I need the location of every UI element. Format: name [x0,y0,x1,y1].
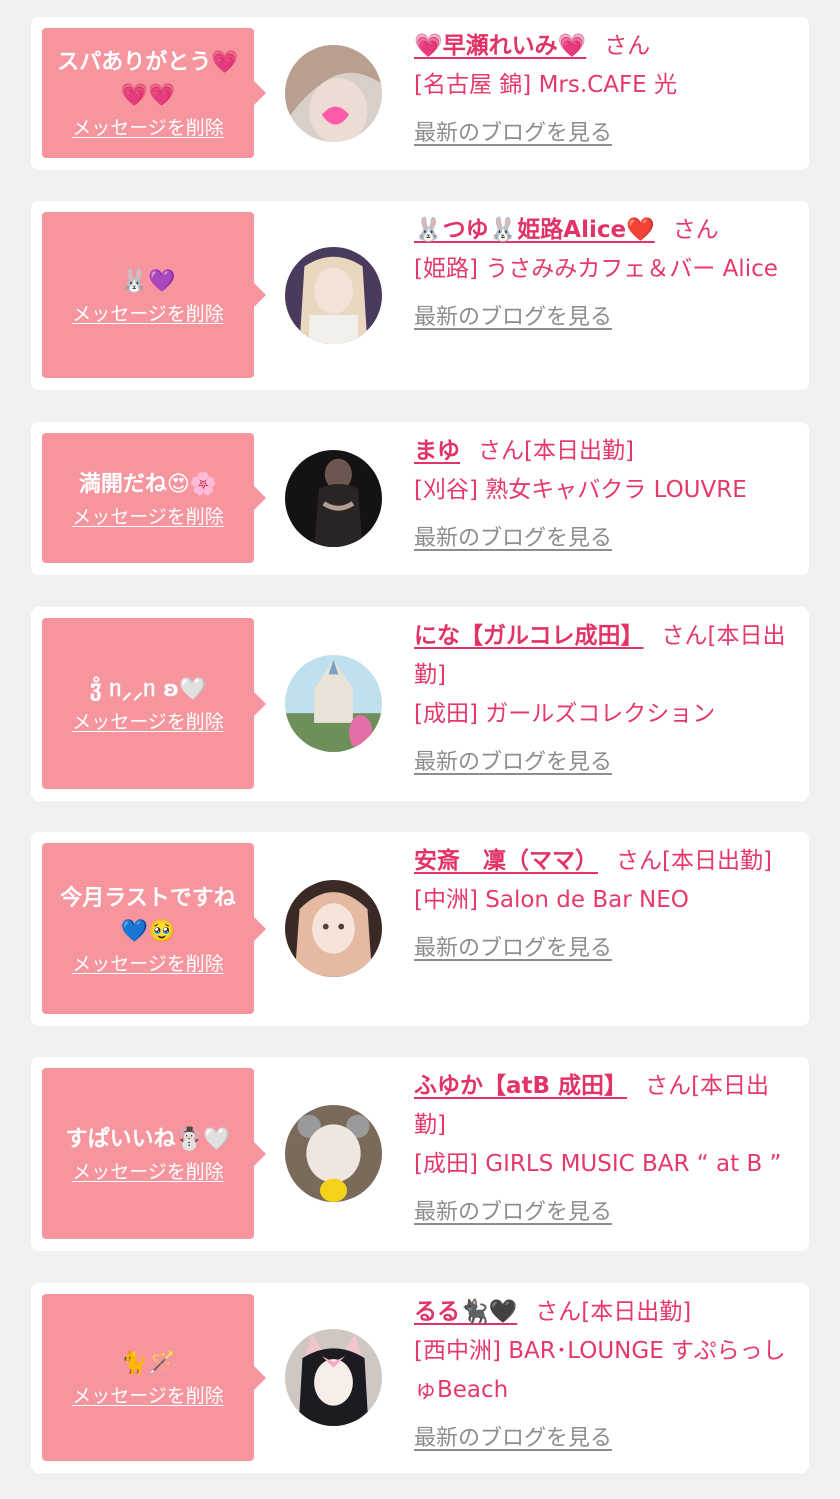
delete-message-link[interactable]: メッセージを削除 [72,1160,224,1184]
avatar-image [285,880,382,977]
shop-text: [西中洲] BAR･LOUNGE すぷらっしゅBeach [414,1338,786,1403]
message-card: スパありがとう💗💗💗 メッセージを削除 💗早瀬れいみ💗 さん [名古屋 錦] Mr… [31,17,809,170]
shop-text: [刈谷] 熟女キャバクラ LOUVRE [414,477,747,503]
cast-name-link[interactable]: 💗早瀬れいみ💗 [414,33,586,59]
message-bubble: 🐈🪄 メッセージを削除 [42,1294,266,1461]
cast-name-link[interactable]: るる🐈‍⬛🖤 [414,1299,517,1325]
avatar-image [285,45,382,142]
cast-info: 💗早瀬れいみ💗 さん [名古屋 錦] Mrs.CAFE 光 最新のブログを見る [414,27,798,153]
message-card: 満開だね😍🌸 メッセージを削除 まゆ さん[本日出勤] [刈谷] 熟女キャバクラ … [31,422,809,575]
latest-blog-link[interactable]: 最新のブログを見る [414,1193,612,1232]
cast-info: 安斎 凜（ママ） さん[本日出勤] [中洲] Salon de Bar NEO 最… [414,842,798,968]
message-card: ჳ̊ ᥒ⸝⸝ᥒ ʚ🤍 メッセージを削除 にな【ガルコレ成田】 さん[本日出勤] [… [31,607,809,801]
cast-info: るる🐈‍⬛🖤 さん[本日出勤] [西中洲] BAR･LOUNGE すぷらっしゅBe… [414,1293,798,1458]
cast-info: にな【ガルコレ成田】 さん[本日出勤] [成田] ガールズコレクション 最新のブロ… [414,617,798,782]
message-text: ჳ̊ ᥒ⸝⸝ᥒ ʚ🤍 [89,677,207,702]
message-text: 今月ラストですね💙🥹 [60,885,236,944]
cast-name-link[interactable]: まゆ [414,438,460,464]
latest-blog-link[interactable]: 最新のブログを見る [414,114,612,153]
message-bubble: ჳ̊ ᥒ⸝⸝ᥒ ʚ🤍 メッセージを削除 [42,618,266,789]
avatar-image [285,450,382,547]
cast-info: 🐰つゆ🐰姫路Alice❤️ さん [姫路] うさみみカフェ＆バー Alice 最新… [414,211,798,337]
avatar[interactable] [285,655,382,752]
delete-message-link[interactable]: メッセージを削除 [72,116,224,140]
delete-message-link[interactable]: メッセージを削除 [72,952,224,976]
message-bubble: 今月ラストですね💙🥹 メッセージを削除 [42,843,266,1014]
status-text: [本日出勤] [581,1299,692,1325]
message-text: すぱいいね☃️🤍 [65,1127,231,1152]
avatar[interactable] [285,1329,382,1426]
message-card: 🐰💜 メッセージを削除 🐰つゆ🐰姫路Alice❤️ さん [姫路] うさみみカフェ… [31,201,809,390]
delete-message-link[interactable]: メッセージを削除 [72,710,224,734]
avatar[interactable] [285,1105,382,1202]
delete-message-link[interactable]: メッセージを削除 [72,505,224,529]
latest-blog-link[interactable]: 最新のブログを見る [414,298,612,337]
message-card: 🐈🪄 メッセージを削除 るる🐈‍⬛🖤 さん[本日出勤] [西中洲] BAR･LOU… [31,1283,809,1473]
latest-blog-link[interactable]: 最新のブログを見る [414,1419,612,1458]
latest-blog-link[interactable]: 最新のブログを見る [414,743,612,782]
latest-blog-link[interactable]: 最新のブログを見る [414,519,612,558]
cast-name-link[interactable]: 安斎 凜（ママ） [414,848,598,874]
status-text: [本日出勤] [524,438,634,464]
avatar-image [285,247,382,344]
message-bubble: 🐰💜 メッセージを削除 [42,212,266,378]
honorific: さん [616,848,662,874]
honorific: さん [645,1073,692,1099]
cast-info: ふゆか【atB 成田】 さん[本日出勤] [成田] GIRLS MUSIC BAR… [414,1067,798,1232]
delete-message-link[interactable]: メッセージを削除 [72,1384,224,1408]
delete-message-link[interactable]: メッセージを削除 [72,302,224,326]
honorific: さん [672,217,719,243]
cast-name-link[interactable]: 🐰つゆ🐰姫路Alice❤️ [414,217,655,243]
message-card: 今月ラストですね💙🥹 メッセージを削除 安斎 凜（ママ） さん[本日出勤] [中洲… [31,832,809,1026]
shop-text: [姫路] うさみみカフェ＆バー Alice [414,256,778,282]
avatar-image [285,655,382,752]
cast-info: まゆ さん[本日出勤] [刈谷] 熟女キャバクラ LOUVRE 最新のブログを見る [414,432,798,558]
avatar[interactable] [285,45,382,142]
status-text: [本日出勤] [662,848,772,874]
honorific: さん [478,438,524,464]
shop-text: [成田] ガールズコレクション [414,701,716,727]
shop-text: [名古屋 錦] Mrs.CAFE 光 [414,72,678,98]
avatar[interactable] [285,450,382,547]
cast-name-link[interactable]: ふゆか【atB 成田】 [414,1073,627,1099]
cast-name-link[interactable]: にな【ガルコレ成田】 [414,623,644,649]
avatar-image [285,1329,382,1426]
latest-blog-link[interactable]: 最新のブログを見る [414,929,612,968]
message-text: 🐰💜 [120,268,176,294]
shop-text: [中洲] Salon de Bar NEO [414,887,689,913]
honorific: さん [535,1299,582,1325]
message-text: スパありがとう💗💗💗 [57,50,239,108]
message-text: 🐈🪄 [120,1351,176,1376]
avatar-image [285,1105,382,1202]
message-bubble: スパありがとう💗💗💗 メッセージを削除 [42,28,266,158]
honorific: さん [604,33,651,59]
avatar[interactable] [285,880,382,977]
avatar[interactable] [285,247,382,344]
message-bubble: すぱいいね☃️🤍 メッセージを削除 [42,1068,266,1239]
honorific: さん [661,623,708,649]
message-text: 満開だね😍🌸 [78,471,218,497]
shop-text: [成田] GIRLS MUSIC BAR “ at B ” [414,1151,782,1177]
message-bubble: 満開だね😍🌸 メッセージを削除 [42,433,266,563]
message-card: すぱいいね☃️🤍 メッセージを削除 ふゆか【atB 成田】 さん[本日出勤] [成… [31,1057,809,1251]
